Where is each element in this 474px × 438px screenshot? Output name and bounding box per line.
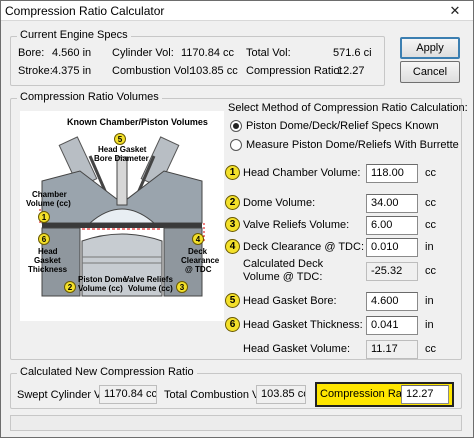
gasket-thickness-label: Head Gasket Thickness:	[243, 319, 363, 331]
diagram-deck-line1: Deck	[188, 247, 208, 256]
stroke-label: Stroke:	[18, 65, 53, 77]
head-chamber-input[interactable]: 118.00	[366, 164, 418, 183]
diagram-gasket-bore-line2: Bore Diameter	[94, 154, 149, 163]
badge-deck: 4	[225, 239, 240, 254]
dome-unit: cc	[425, 197, 436, 209]
close-icon[interactable]: ✕	[437, 1, 473, 20]
deck-label: Deck Clearance @ TDC:	[243, 241, 364, 253]
diagram-deck-line2: Clearance	[181, 256, 220, 265]
diagram-relief-line1: Valve Reliefs	[124, 275, 173, 284]
gasket-bore-label: Head Gasket Bore:	[243, 295, 337, 307]
gasket-thickness-input[interactable]: 0.041	[366, 316, 418, 335]
calc-deck-label-line1: Calculated Deck	[243, 258, 324, 270]
current-engine-specs-group: Current Engine Specs	[10, 29, 385, 86]
dome-label: Dome Volume:	[243, 197, 316, 209]
diagram-badge-5: 5	[114, 133, 126, 145]
result-cr-output: 12.27	[401, 385, 449, 404]
gasket-bore-input[interactable]: 4.600	[366, 292, 418, 311]
bore-label: Bore:	[18, 47, 45, 59]
swept-vol-output: 1170.84 cc	[99, 385, 157, 404]
diagram-badge-2: 2	[64, 281, 76, 293]
apply-button[interactable]: Apply	[400, 37, 460, 59]
total-vol-label: Total Vol:	[246, 47, 291, 59]
gasket-volume-label: Head Gasket Volume:	[243, 343, 351, 355]
deck-input[interactable]: 0.010	[366, 238, 418, 257]
compression-ratio-result-box: Compression Ratio: 12.27	[315, 382, 454, 407]
radio-specs-known-label[interactable]: Piston Dome/Deck/Relief Specs Known	[246, 120, 439, 132]
specs-group-title: Current Engine Specs	[17, 29, 131, 41]
diagram-badge-6: 6	[38, 233, 50, 245]
calc-deck-unit: cc	[425, 265, 436, 277]
diagram-title: Known Chamber/Piston Volumes	[67, 117, 208, 127]
diagram-gasket-thickness-line2: Gasket	[34, 256, 61, 265]
calc-deck-label-line2: Volume @ TDC:	[243, 271, 323, 283]
cylinder-vol-label: Cylinder Vol:	[112, 47, 174, 59]
diagram-badge-4: 4	[192, 233, 204, 245]
dome-input[interactable]: 34.00	[366, 194, 418, 213]
head-gasket	[42, 223, 202, 228]
badge-gasket-bore: 5	[225, 293, 240, 308]
combustion-vol-label: Combustion Vol:	[112, 65, 193, 77]
combustion-vol-value: 103.85 cc	[190, 65, 238, 77]
compression-ratio-label: Compression Ratio:	[246, 65, 343, 77]
diagram-relief-line2: Volume (cc)	[128, 284, 173, 293]
gasket-volume-output: 11.17	[366, 340, 418, 359]
badge-head-chamber: 1	[225, 165, 240, 180]
head-chamber-label: Head Chamber Volume:	[243, 167, 361, 179]
diagram-gasket-thickness-line1: Head	[38, 247, 58, 256]
reliefs-input[interactable]: 6.00	[366, 216, 418, 235]
gasket-volume-unit: cc	[425, 343, 436, 355]
method-label: Select Method of Compression Ratio Calcu…	[228, 102, 468, 114]
diagram-deck-line3: @ TDC	[185, 265, 212, 274]
gasket-bore-unit: in	[425, 295, 434, 307]
radio-specs-known[interactable]	[230, 120, 242, 132]
cancel-button[interactable]: Cancel	[400, 61, 460, 83]
volumes-group-title: Compression Ratio Volumes	[17, 91, 162, 103]
cylinder-vol-value: 1170.84 cc	[181, 47, 235, 59]
diagram-gasket-thickness-line3: Thickness	[28, 265, 68, 274]
calculator-window: Compression Ratio Calculator ✕ Current E…	[0, 0, 474, 438]
reliefs-unit: cc	[425, 219, 436, 231]
head-chamber-unit: cc	[425, 167, 436, 179]
compression-ratio-value: 12.27	[337, 65, 365, 77]
title-bar: Compression Ratio Calculator ✕	[1, 1, 473, 21]
total-combustion-output: 103.85 cc	[256, 385, 306, 404]
diagram-chamber-line2: Volume (cc)	[26, 199, 71, 208]
status-bar	[10, 415, 462, 431]
badge-reliefs: 3	[225, 217, 240, 232]
diagram-dome-line1: Piston Dome	[78, 275, 127, 284]
radio-burrette[interactable]	[230, 139, 242, 151]
diagram-dome-line2: Volume (cc)	[78, 284, 123, 293]
diagram-badge-1: 1	[38, 211, 50, 223]
total-vol-value: 571.6 ci	[333, 47, 372, 59]
total-combustion-label: Total Combustion Vol:	[164, 389, 271, 401]
result-group-title: Calculated New Compression Ratio	[17, 366, 197, 378]
diagram-chamber-line1: Chamber	[32, 190, 67, 199]
diagram-gasket-bore-line1: Head Gasket	[98, 145, 147, 154]
bore-value: 4.560 in	[52, 47, 92, 59]
reliefs-label: Valve Reliefs Volume:	[243, 219, 350, 231]
window-title: Compression Ratio Calculator	[5, 4, 165, 18]
badge-dome: 2	[225, 195, 240, 210]
stroke-value: 4.375 in	[52, 65, 92, 77]
deck-unit: in	[425, 241, 434, 253]
gasket-thickness-unit: in	[425, 319, 434, 331]
calc-deck-output: -25.32	[366, 262, 418, 281]
badge-gasket-thickness: 6	[225, 317, 240, 332]
radio-burrette-label[interactable]: Measure Piston Dome/Reliefs With Burrett…	[246, 139, 459, 151]
engine-diagram: Known Chamber/Piston Volumes 5 Head Gask…	[20, 111, 224, 321]
diagram-badge-3: 3	[176, 281, 188, 293]
spark-plug	[116, 156, 128, 206]
